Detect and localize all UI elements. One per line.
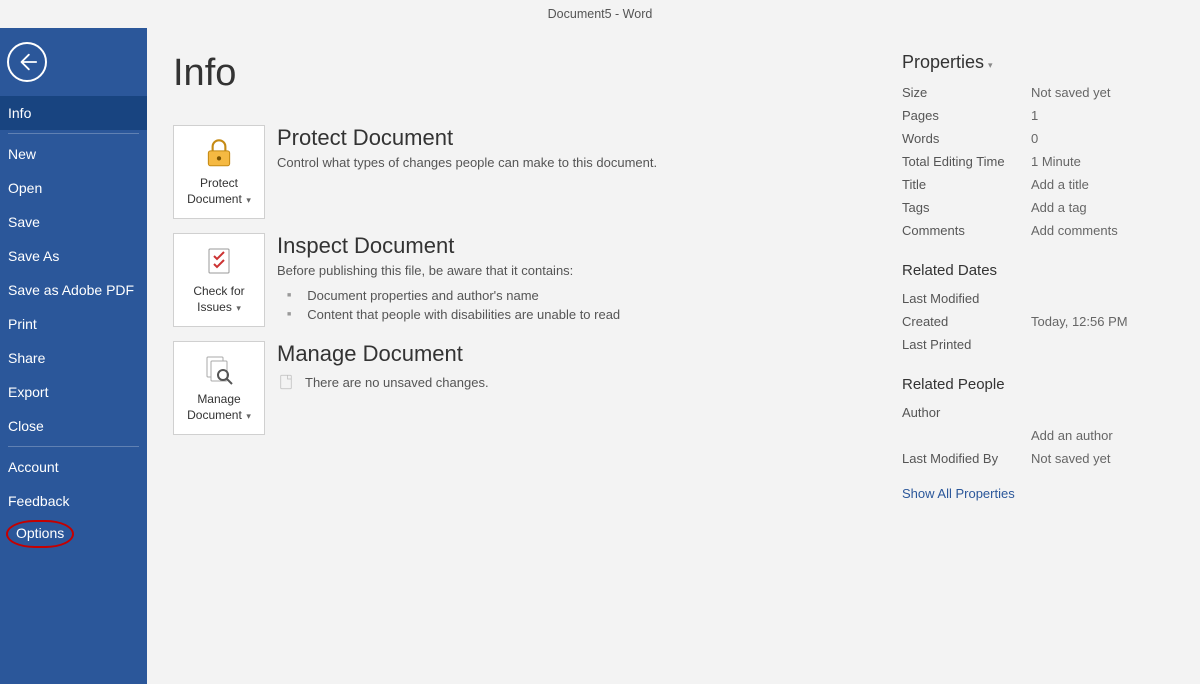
prop-comments-value[interactable]: Add comments bbox=[1031, 219, 1180, 242]
chevron-down-icon: ▾ bbox=[234, 303, 241, 313]
show-all-properties-link[interactable]: Show All Properties bbox=[902, 486, 1015, 501]
chevron-down-icon: ▾ bbox=[244, 411, 251, 421]
chevron-down-icon: ▾ bbox=[244, 195, 251, 205]
protect-document-button-label: Protect Document bbox=[187, 176, 242, 206]
manage-title: Manage Document bbox=[277, 341, 868, 367]
nav-print[interactable]: Print bbox=[0, 307, 147, 341]
nav-save[interactable]: Save bbox=[0, 205, 147, 239]
prop-last-modified-value bbox=[1031, 287, 1180, 310]
prop-author-label: Author bbox=[902, 401, 1027, 424]
prop-title-value[interactable]: Add a title bbox=[1031, 173, 1180, 196]
nav-separator bbox=[8, 446, 139, 447]
inspect-bullet-1: Document properties and author's name bbox=[277, 286, 868, 305]
protect-document-section: Protect Document ▾ Protect Document Cont… bbox=[173, 125, 868, 219]
prop-tet-label: Total Editing Time bbox=[902, 150, 1027, 173]
nav-save-as[interactable]: Save As bbox=[0, 239, 147, 273]
prop-title-label: Title bbox=[902, 173, 1027, 196]
nav-share[interactable]: Share bbox=[0, 341, 147, 375]
main-area: Info Protect Document ▾ Protect Document… bbox=[147, 28, 1200, 684]
nav-close[interactable]: Close bbox=[0, 409, 147, 443]
manage-document-button[interactable]: Manage Document ▾ bbox=[173, 341, 265, 435]
inspect-title: Inspect Document bbox=[277, 233, 868, 259]
unsaved-text: There are no unsaved changes. bbox=[305, 375, 489, 390]
nav-options-highlight: Options bbox=[0, 520, 147, 548]
properties-panel: Properties ▾ Size Not saved yet Pages 1 W… bbox=[898, 28, 1200, 684]
prop-comments-label: Comments bbox=[902, 219, 1027, 242]
inspect-desc: Before publishing this file, be aware th… bbox=[277, 263, 868, 278]
documents-magnifier-icon bbox=[202, 352, 236, 386]
prop-author-value bbox=[1031, 401, 1180, 424]
nav-feedback[interactable]: Feedback bbox=[0, 484, 147, 518]
document-icon bbox=[277, 373, 295, 391]
prop-pages-value: 1 bbox=[1031, 104, 1180, 127]
prop-words-label: Words bbox=[902, 127, 1027, 150]
options-circle-annotation: Options bbox=[6, 520, 74, 548]
inspect-document-section: Check for Issues ▾ Inspect Document Befo… bbox=[173, 233, 868, 327]
page-title: Info bbox=[173, 52, 868, 95]
back-button[interactable] bbox=[7, 42, 47, 82]
inspect-bullet-2: Content that people with disabilities ar… bbox=[277, 305, 868, 324]
nav-open[interactable]: Open bbox=[0, 171, 147, 205]
nav-new[interactable]: New bbox=[0, 137, 147, 171]
prop-author-empty bbox=[902, 424, 1027, 447]
prop-lmb-label: Last Modified By bbox=[902, 447, 1027, 470]
nav-info[interactable]: Info bbox=[0, 96, 147, 130]
prop-tet-value: 1 Minute bbox=[1031, 150, 1180, 173]
prop-size-value: Not saved yet bbox=[1031, 81, 1180, 104]
center-column: Info Protect Document ▾ Protect Document… bbox=[147, 28, 898, 684]
nav-options[interactable]: Options bbox=[16, 525, 64, 541]
backstage-container: Info New Open Save Save As Save as Adobe… bbox=[0, 28, 1200, 684]
protect-title: Protect Document bbox=[277, 125, 868, 151]
prop-last-printed-value bbox=[1031, 333, 1180, 356]
properties-heading[interactable]: Properties bbox=[902, 52, 984, 73]
properties-grid: Size Not saved yet Pages 1 Words 0 Total… bbox=[902, 81, 1180, 242]
nav-separator bbox=[8, 133, 139, 134]
prop-tags-label: Tags bbox=[902, 196, 1027, 219]
nav-export[interactable]: Export bbox=[0, 375, 147, 409]
prop-size-label: Size bbox=[902, 81, 1027, 104]
prop-lmb-value: Not saved yet bbox=[1031, 447, 1180, 470]
prop-created-label: Created bbox=[902, 310, 1027, 333]
checklist-icon bbox=[202, 244, 236, 278]
title-bar: Document5 - Word bbox=[0, 0, 1200, 28]
people-grid: Author Add an author Last Modified By No… bbox=[902, 401, 1180, 470]
dates-grid: Last Modified Created Today, 12:56 PM La… bbox=[902, 287, 1180, 356]
prop-tags-value[interactable]: Add a tag bbox=[1031, 196, 1180, 219]
protect-desc: Control what types of changes people can… bbox=[277, 155, 868, 170]
lock-icon bbox=[202, 136, 236, 170]
inspect-bullets: Document properties and author's name Co… bbox=[277, 286, 868, 324]
backstage-sidebar: Info New Open Save Save As Save as Adobe… bbox=[0, 28, 147, 684]
manage-document-section: Manage Document ▾ Manage Document There … bbox=[173, 341, 868, 435]
check-for-issues-button[interactable]: Check for Issues ▾ bbox=[173, 233, 265, 327]
nav-account[interactable]: Account bbox=[0, 450, 147, 484]
prop-last-modified-label: Last Modified bbox=[902, 287, 1027, 310]
protect-document-button[interactable]: Protect Document ▾ bbox=[173, 125, 265, 219]
arrow-left-icon bbox=[16, 51, 38, 73]
manage-document-button-label: Manage Document bbox=[187, 392, 242, 422]
related-people-heading: Related People bbox=[902, 376, 1180, 393]
prop-add-author[interactable]: Add an author bbox=[1031, 424, 1180, 447]
prop-words-value: 0 bbox=[1031, 127, 1180, 150]
related-dates-heading: Related Dates bbox=[902, 262, 1180, 279]
prop-created-value: Today, 12:56 PM bbox=[1031, 310, 1180, 333]
chevron-down-icon: ▾ bbox=[988, 60, 993, 70]
nav-save-adobe-pdf[interactable]: Save as Adobe PDF bbox=[0, 273, 147, 307]
unsaved-row: There are no unsaved changes. bbox=[277, 373, 868, 391]
prop-pages-label: Pages bbox=[902, 104, 1027, 127]
prop-last-printed-label: Last Printed bbox=[902, 333, 1027, 356]
